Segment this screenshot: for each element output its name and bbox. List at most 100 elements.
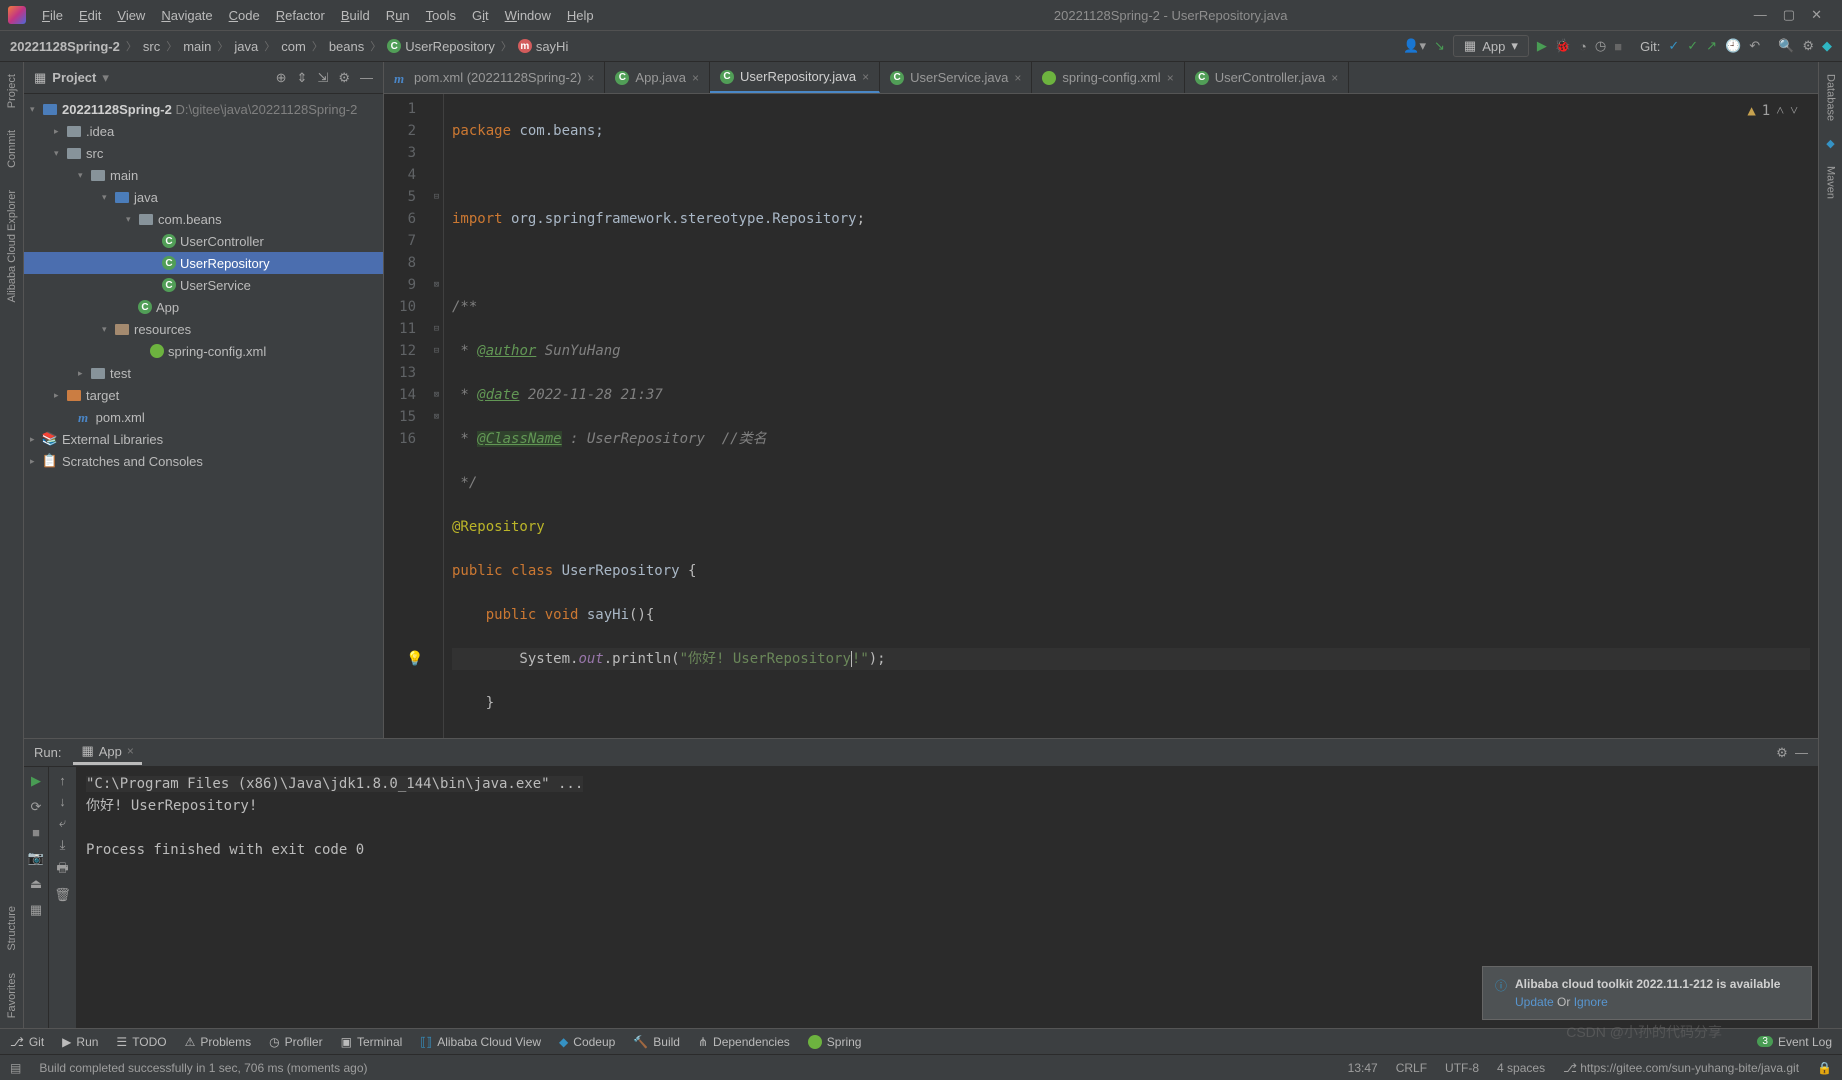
rail-database[interactable]: Database xyxy=(1825,74,1837,121)
down-icon[interactable]: ˅ xyxy=(1790,100,1798,122)
status-encoding[interactable]: UTF-8 xyxy=(1445,1061,1479,1075)
search-icon[interactable]: 🔍 xyxy=(1778,38,1794,54)
profile-button[interactable]: ◷ xyxy=(1595,38,1606,54)
crumb-com[interactable]: com xyxy=(281,39,306,54)
status-eol[interactable]: CRLF xyxy=(1396,1061,1427,1075)
bb-eventlog[interactable]: 3Event Log xyxy=(1757,1035,1832,1049)
tab-pom[interactable]: mpom.xml (20221128Spring-2)× xyxy=(384,62,605,93)
rerun-icon[interactable]: ▶ xyxy=(31,773,41,789)
up-icon[interactable]: ˄ xyxy=(1776,100,1784,122)
git-revert-icon[interactable]: ↶ xyxy=(1749,38,1760,54)
rail-maven[interactable]: Maven xyxy=(1825,166,1837,199)
tree-userservice[interactable]: CUserService xyxy=(24,274,383,296)
menu-file[interactable]: File xyxy=(36,6,69,25)
close-icon[interactable]: × xyxy=(862,70,869,84)
chevron-down-icon[interactable]: ▾ xyxy=(102,70,109,86)
debug-button[interactable]: 🐞 xyxy=(1555,38,1571,54)
bb-problems[interactable]: ⚠Problems xyxy=(185,1035,251,1049)
gear-icon[interactable]: ⚙ xyxy=(1776,745,1788,761)
softwrap-icon[interactable]: ⤶ xyxy=(59,815,66,831)
menu-navigate[interactable]: Navigate xyxy=(155,6,218,25)
user-icon[interactable]: 👤▾ xyxy=(1403,38,1426,54)
tab-userservice[interactable]: CUserService.java× xyxy=(880,62,1032,93)
hamburger-icon[interactable]: ▤ xyxy=(10,1061,21,1075)
rail-structure[interactable]: Structure xyxy=(6,906,18,951)
tree-app[interactable]: CApp xyxy=(24,296,383,318)
rail-alibaba[interactable]: Alibaba Cloud Explorer xyxy=(6,190,18,303)
close-icon[interactable]: × xyxy=(1167,71,1174,85)
crumb-beans[interactable]: beans xyxy=(329,39,364,54)
close-icon[interactable]: × xyxy=(127,744,134,758)
close-icon[interactable]: × xyxy=(1014,71,1021,85)
tree-main[interactable]: ▾main xyxy=(24,164,383,186)
menu-git[interactable]: Git xyxy=(466,6,495,25)
git-push-icon[interactable]: ↗ xyxy=(1706,38,1717,54)
editor-inspections[interactable]: ▲1 ˄ ˅ xyxy=(1747,100,1798,122)
bb-todo[interactable]: ☰TODO xyxy=(116,1035,166,1049)
tree-resources[interactable]: ▾resources xyxy=(24,318,383,340)
tree-src[interactable]: ▾src xyxy=(24,142,383,164)
git-update-icon[interactable]: ✓ xyxy=(1668,38,1679,54)
layout-icon[interactable]: ▦ xyxy=(30,902,42,918)
lightbulb-icon[interactable]: 💡 xyxy=(406,648,423,670)
bb-spring[interactable]: Spring xyxy=(808,1035,862,1049)
tab-springconfig[interactable]: spring-config.xml× xyxy=(1032,62,1184,93)
tree-target[interactable]: ▸target xyxy=(24,384,383,406)
tab-usercontroller[interactable]: CUserController.java× xyxy=(1185,62,1350,93)
hide-icon[interactable]: — xyxy=(1795,745,1808,760)
crumb-class[interactable]: UserRepository xyxy=(405,39,495,54)
bb-git[interactable]: ⎇Git xyxy=(10,1035,44,1049)
close-icon[interactable]: × xyxy=(1331,71,1338,85)
close-button[interactable]: ✕ xyxy=(1811,7,1822,23)
menu-tools[interactable]: Tools xyxy=(420,6,462,25)
git-history-icon[interactable]: 🕘 xyxy=(1725,38,1741,54)
code-area[interactable]: package com.beans; import org.springfram… xyxy=(444,94,1818,738)
tree-idea[interactable]: ▸.idea xyxy=(24,120,383,142)
crumb-method[interactable]: sayHi xyxy=(536,39,569,54)
tab-app[interactable]: CApp.java× xyxy=(605,62,710,93)
bb-codeup[interactable]: ◆Codeup xyxy=(559,1035,615,1049)
run-button[interactable]: ▶ xyxy=(1537,38,1547,54)
menu-edit[interactable]: Edit xyxy=(73,6,107,25)
tree-root[interactable]: ▾ 20221128Spring-2 D:\gitee\java\2022112… xyxy=(24,98,383,120)
stop-button[interactable]: ■ xyxy=(1614,39,1622,54)
hide-icon[interactable]: — xyxy=(360,70,373,86)
crumb-java[interactable]: java xyxy=(234,39,258,54)
rail-favorites[interactable]: Favorites xyxy=(6,973,18,1018)
run-config-select[interactable]: ▦ App ▾ xyxy=(1453,35,1529,57)
coverage-button[interactable]: ◔ xyxy=(1579,39,1587,54)
camera-icon[interactable]: 📷 xyxy=(28,850,44,866)
tree-usercontroller[interactable]: CUserController xyxy=(24,230,383,252)
tree-extlib[interactable]: ▸📚External Libraries xyxy=(24,428,383,450)
scroll-icon[interactable]: ⤓ xyxy=(60,837,66,853)
crumb-src[interactable]: src xyxy=(143,39,160,54)
notification-ignore[interactable]: Ignore xyxy=(1574,995,1608,1009)
tree-userrepository[interactable]: CUserRepository xyxy=(24,252,383,274)
menu-build[interactable]: Build xyxy=(335,6,376,25)
bb-build[interactable]: 🔨Build xyxy=(633,1035,680,1049)
bb-profiler[interactable]: ◷Profiler xyxy=(269,1035,323,1049)
tab-userrepository[interactable]: CUserRepository.java× xyxy=(710,62,880,93)
notification-update[interactable]: Update xyxy=(1515,995,1554,1009)
status-branch[interactable]: ⎇ https://gitee.com/sun-yuhang-bite/java… xyxy=(1563,1061,1799,1075)
toolkit-icon[interactable]: ◆ xyxy=(1822,38,1832,54)
minimize-button[interactable]: — xyxy=(1754,7,1767,23)
run-tab-app[interactable]: ▦ App × xyxy=(73,740,141,765)
close-icon[interactable]: × xyxy=(692,71,699,85)
build-hammer-icon[interactable]: ↘ xyxy=(1434,38,1445,54)
delete-icon[interactable]: 🗑 xyxy=(54,887,71,903)
gear-icon[interactable]: ⚙ xyxy=(338,70,350,86)
locate-icon[interactable]: ⊕ xyxy=(276,70,287,86)
tree-test[interactable]: ▸test xyxy=(24,362,383,384)
tree-pkg[interactable]: ▾com.beans xyxy=(24,208,383,230)
crumb-project[interactable]: 20221128Spring-2 xyxy=(10,39,120,54)
maximize-button[interactable]: ▢ xyxy=(1783,7,1795,23)
menu-run[interactable]: Run xyxy=(380,6,416,25)
editor[interactable]: ▲1 ˄ ˅ 12345678910111213141516 ⊟⊠⊟⊟⊠⊠ pa… xyxy=(384,94,1818,738)
up-arrow-icon[interactable]: ↑ xyxy=(59,773,66,788)
status-indent[interactable]: 4 spaces xyxy=(1497,1061,1545,1075)
tree-springcfg[interactable]: spring-config.xml xyxy=(24,340,383,362)
close-icon[interactable]: × xyxy=(587,71,594,85)
tree-pom[interactable]: m pom.xml xyxy=(24,406,383,428)
rail-project[interactable]: Project xyxy=(6,74,18,108)
